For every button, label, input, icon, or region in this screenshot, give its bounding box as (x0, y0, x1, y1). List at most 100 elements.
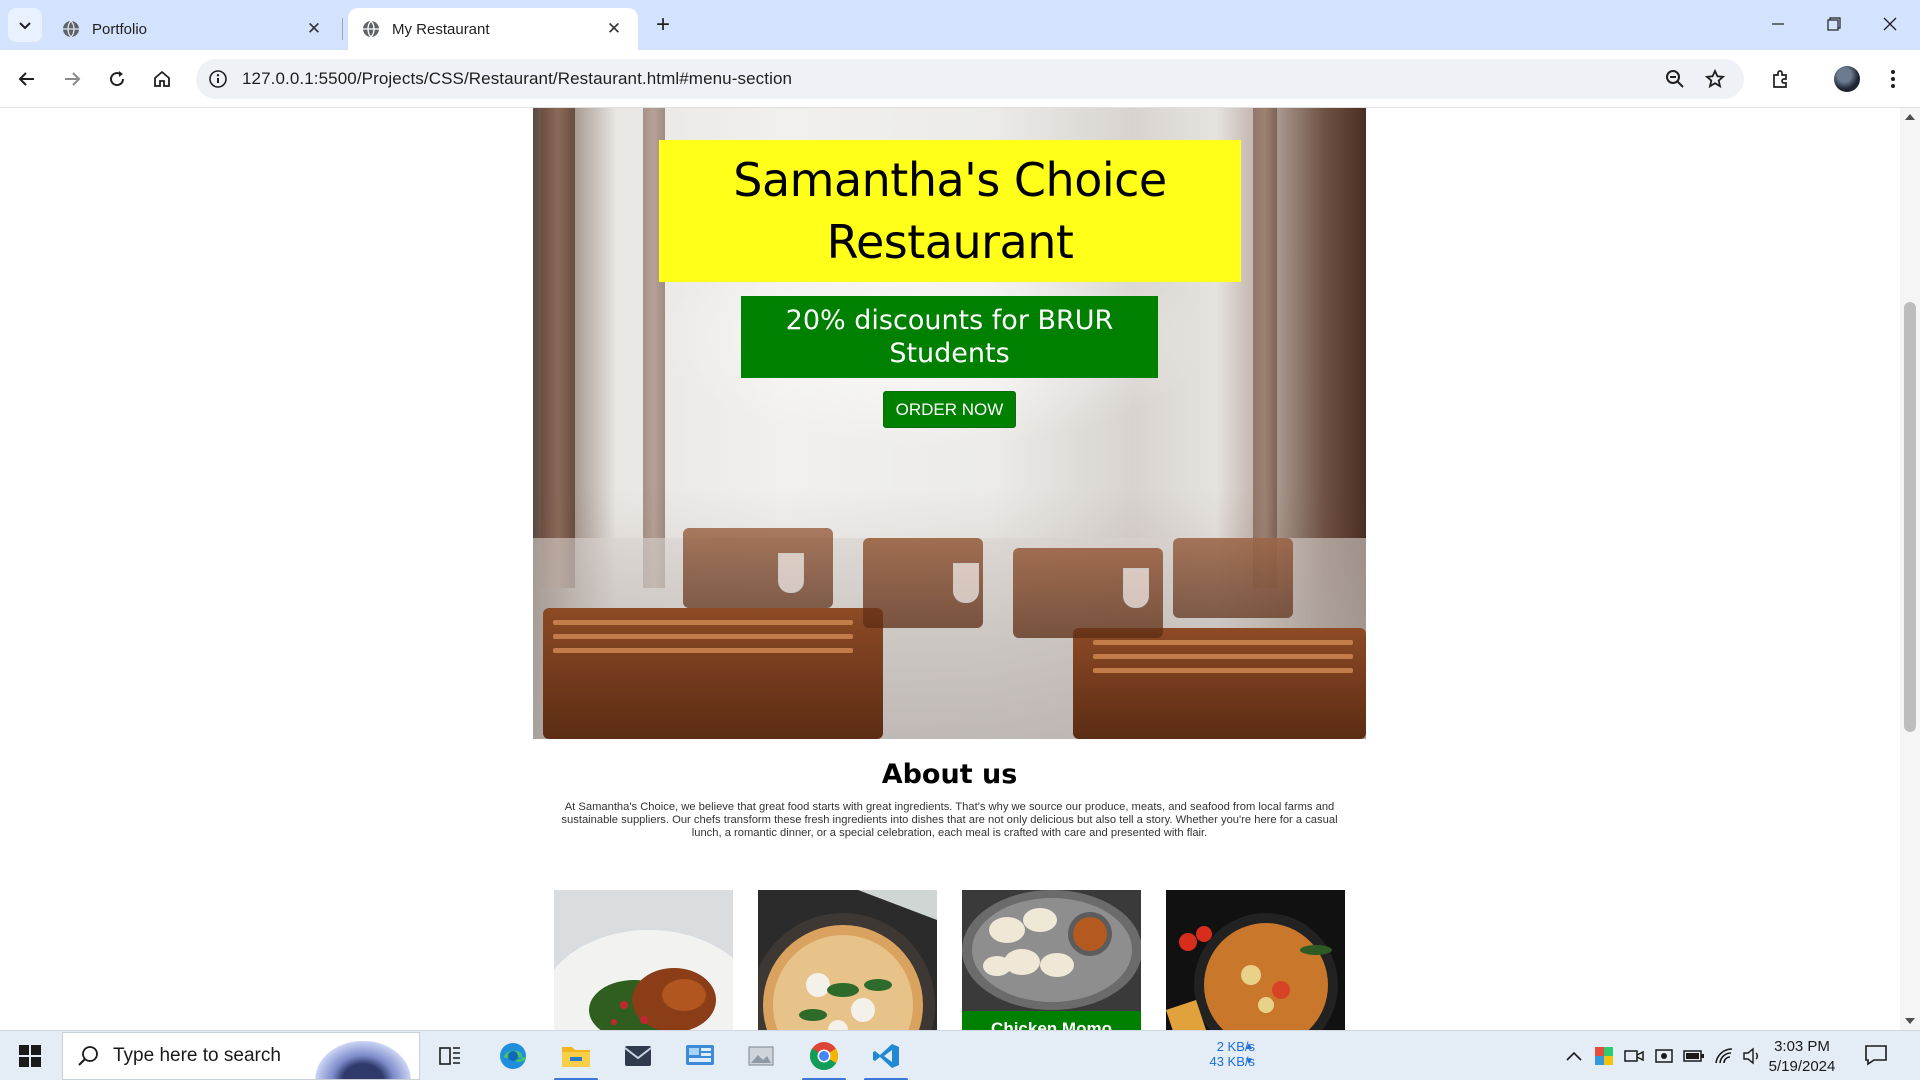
minimize-button[interactable] (1750, 0, 1806, 48)
menu-card[interactable] (554, 890, 733, 1030)
chrome-icon (809, 1042, 839, 1070)
notifications-button[interactable] (1864, 1044, 1890, 1068)
discount-banner: 20% discounts for BRUR Students (741, 296, 1158, 378)
tray-meet-now[interactable] (1622, 1044, 1646, 1068)
tab-title: My Restaurant (392, 20, 490, 38)
restore-icon (1827, 17, 1841, 31)
bookmark-button[interactable] (1698, 62, 1732, 96)
taskbar-control-panel[interactable] (672, 1031, 728, 1080)
order-now-button[interactable]: ORDER NOW (883, 391, 1016, 428)
search-placeholder: Type here to search (113, 1045, 281, 1066)
hero-bg-chair-slat (1093, 640, 1353, 645)
menu-card[interactable]: Chicken Momo (962, 890, 1141, 1030)
close-window-button[interactable] (1862, 0, 1918, 48)
scroll-down-arrow[interactable] (1905, 1018, 1915, 1024)
hero-bg-chair (683, 528, 833, 608)
task-view-button[interactable] (422, 1031, 478, 1080)
menu-card-label: Chicken Momo (962, 1011, 1141, 1030)
star-icon (1705, 69, 1725, 89)
reload-icon (110, 71, 125, 87)
clock-date: 5/19/2024 (1768, 1058, 1836, 1075)
taskbar-vscode[interactable] (858, 1031, 914, 1080)
taskbar-image-viewer[interactable] (734, 1031, 790, 1080)
arrow-left-icon (18, 72, 34, 86)
wifi-icon (1715, 1048, 1733, 1064)
download-arrow-icon: ▼ (1244, 1056, 1254, 1067)
home-button[interactable] (145, 62, 179, 96)
browser-menu-button[interactable] (1876, 62, 1910, 96)
puzzle-icon (1773, 70, 1787, 88)
tab-title: Portfolio (92, 20, 148, 38)
image-viewer-icon (748, 1046, 774, 1066)
battery-icon (1683, 1050, 1704, 1062)
upload-arrow-icon: ▲ (1244, 1041, 1254, 1052)
close-icon[interactable]: ✕ (304, 19, 324, 39)
taskbar-file-explorer[interactable] (548, 1031, 604, 1080)
chevron-up-icon (1566, 1051, 1582, 1061)
close-icon[interactable]: ✕ (604, 19, 624, 39)
tray-battery[interactable] (1682, 1044, 1706, 1068)
about-text: At Samantha's Choice, we believe that gr… (561, 801, 1338, 839)
hero-bg-pillar (541, 108, 575, 588)
forward-button[interactable] (55, 62, 89, 96)
home-icon (154, 70, 170, 87)
dish-pizza-image (758, 890, 937, 1030)
info-icon[interactable] (208, 69, 228, 89)
address-url[interactable]: 127.0.0.1:5500/Projects/CSS/Restaurant/R… (242, 69, 792, 89)
hero-bg-glass (953, 563, 979, 603)
reload-button[interactable] (100, 62, 134, 96)
discount-text: 20% discounts for BRUR Students (785, 305, 1114, 369)
dish-chicken-momo-image (962, 890, 1141, 1030)
screen-capture-icon (1655, 1049, 1673, 1063)
page-viewport: Samantha's Choice Restaurant 20% discoun… (0, 108, 1900, 1030)
restaurant-title: Samantha's Choice Restaurant (733, 153, 1167, 269)
browser-tab-strip: Portfolio ✕ My Restaurant ✕ + (0, 0, 1920, 50)
hero-bg-pillar (1253, 108, 1277, 588)
control-panel-icon (686, 1045, 714, 1065)
tab-my-restaurant[interactable]: My Restaurant ✕ (348, 8, 638, 50)
close-icon (1883, 17, 1897, 31)
restore-button[interactable] (1806, 0, 1862, 48)
back-button[interactable] (10, 62, 44, 96)
taskbar-clock[interactable]: 3:03 PM 5/19/2024 (1762, 1037, 1842, 1077)
hero-section: Samantha's Choice Restaurant 20% discoun… (533, 108, 1366, 739)
profile-avatar[interactable] (1834, 66, 1860, 92)
scrollbar-thumb[interactable] (1904, 302, 1916, 732)
notification-icon (1865, 1045, 1887, 1066)
new-tab-button[interactable]: + (648, 10, 678, 40)
tray-screen-capture[interactable] (1652, 1044, 1676, 1068)
hero-bg-chair-slat (553, 620, 853, 625)
tray-wifi[interactable] (1712, 1044, 1736, 1068)
menu-card[interactable] (1166, 890, 1345, 1030)
dish-nachos-image (1166, 890, 1345, 1030)
page-scrollbar[interactable] (1900, 108, 1920, 1030)
edge-browser-icon (500, 1043, 526, 1069)
tab-portfolio[interactable]: Portfolio ✕ (48, 8, 338, 50)
hero-bg-chair-slat (1093, 654, 1353, 659)
address-bar[interactable]: 127.0.0.1:5500/Projects/CSS/Restaurant/R… (196, 59, 1744, 99)
search-highlight-image (315, 1041, 411, 1079)
windows-taskbar: Type here to search 2 KB/s 43 KB/s ▲ ▼ 3… (0, 1030, 1920, 1080)
tray-volume[interactable] (1740, 1044, 1764, 1068)
extensions-button[interactable] (1764, 62, 1798, 96)
start-button[interactable] (0, 1031, 60, 1080)
show-hidden-icons-button[interactable] (1562, 1044, 1586, 1068)
clock-time: 3:03 PM (1774, 1038, 1830, 1055)
hero-bg-chair (1173, 538, 1293, 618)
taskbar-chrome[interactable] (796, 1031, 852, 1080)
menu-card[interactable] (758, 890, 937, 1030)
scroll-up-arrow[interactable] (1905, 114, 1915, 120)
globe-icon (363, 20, 379, 38)
zoom-out-icon (1666, 70, 1684, 88)
tray-app-icon[interactable] (1592, 1044, 1616, 1068)
tab-search-button[interactable] (8, 8, 42, 42)
camera-icon (1624, 1050, 1644, 1062)
taskbar-mail[interactable] (610, 1031, 666, 1080)
colorful-app-icon (1595, 1047, 1613, 1065)
task-view-icon (439, 1047, 460, 1065)
taskbar-search-box[interactable]: Type here to search (62, 1032, 420, 1080)
hero-bg-chair-slat (553, 648, 853, 653)
zoom-button[interactable] (1658, 62, 1692, 96)
globe-icon (63, 20, 79, 38)
taskbar-edge[interactable] (485, 1031, 541, 1080)
